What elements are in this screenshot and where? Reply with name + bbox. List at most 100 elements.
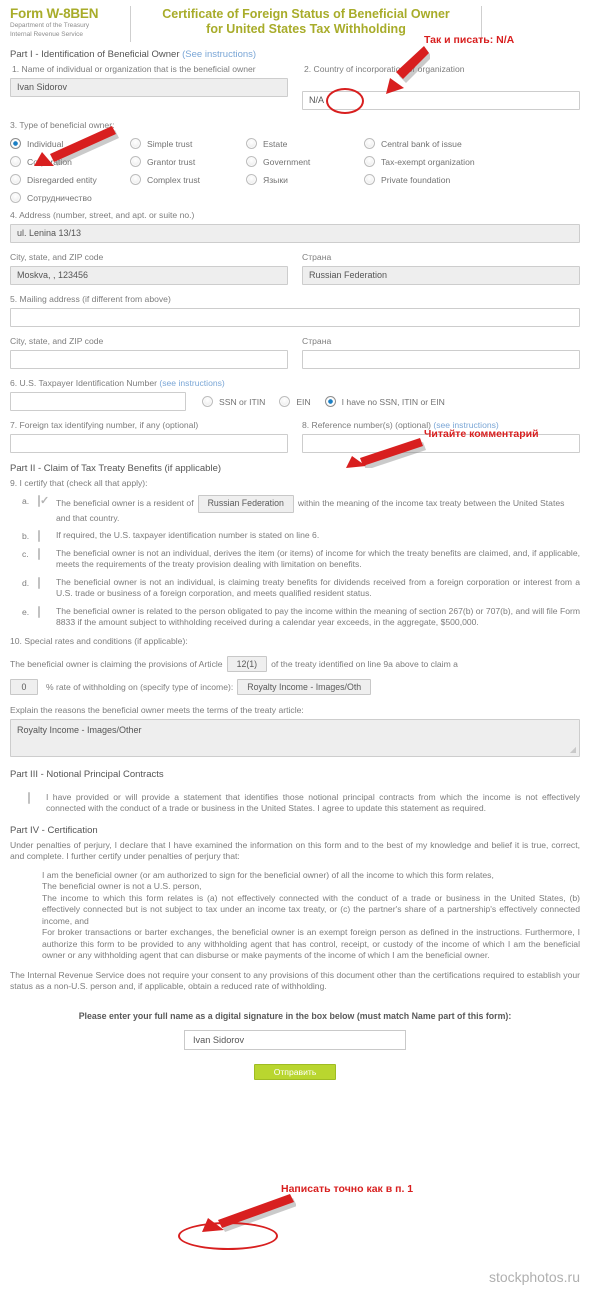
field-3-label: 3. Type of beneficial owner: xyxy=(10,120,115,130)
clause-9d-letter: d. xyxy=(22,577,30,588)
field-10-rate-row: 0 % rate of withholding on (specify type… xyxy=(8,678,582,695)
radio-option-individual[interactable]: Individual xyxy=(10,138,130,149)
treaty-country-field[interactable]: Russian Federation xyxy=(197,495,294,513)
checkbox-notional-principal-contracts[interactable] xyxy=(28,791,30,804)
radio-option-simple-trust[interactable]: Simple trust xyxy=(130,138,246,149)
checkbox-9a[interactable] xyxy=(38,495,40,507)
clause-9e-text: The beneficial owner is related to the p… xyxy=(56,605,580,628)
radio-icon-no-ssn[interactable] xyxy=(324,396,336,407)
radio-label-complex-trust: Complex trust xyxy=(147,174,201,185)
field-5-country-column: Страна xyxy=(302,336,580,369)
radio-icon-sotrudnichestvo[interactable] xyxy=(10,192,21,203)
digital-signature-input[interactable]: Ivan Sidorov xyxy=(184,1029,406,1050)
certificate-title-line-1: Certificate of Foreign Status of Benefic… xyxy=(162,7,450,21)
clause-9b-text: If required, the U.S. taxpayer identific… xyxy=(56,530,320,540)
part1-heading-text: Part I - Identification of Beneficial Ow… xyxy=(10,49,183,60)
radio-option-private-foundation[interactable]: Private foundation xyxy=(364,174,450,185)
header-center: Certificate of Foreign Status of Benefic… xyxy=(131,6,481,37)
part4-bullet-1: I am the beneficial owner (or am authori… xyxy=(42,869,494,880)
clause-9d-text: The beneficial owner is not an individua… xyxy=(56,576,580,599)
radio-icon-central-bank[interactable] xyxy=(364,138,375,149)
treaty-explanation-textarea[interactable]: Royalty Income - Images/Other ◢ xyxy=(10,718,580,757)
radio-icon-simple-trust[interactable] xyxy=(130,138,141,149)
city-state-zip-input[interactable]: Moskva, , 123456 xyxy=(10,266,288,285)
foreign-tax-id-input[interactable] xyxy=(10,434,288,453)
radio-icon-grantor-trust[interactable] xyxy=(130,156,141,167)
field-6-row: SSN or ITIN EIN I have no SSN, ITIN or E… xyxy=(8,392,582,411)
part3-clause: I have provided or will provide a statem… xyxy=(8,791,582,815)
beneficial-owner-name-input[interactable]: Ivan Sidorov xyxy=(10,78,288,97)
beneficial-owner-type-group: Individual Simple trust Estate Central b… xyxy=(8,131,582,203)
field-1-2-row: 1. Name of individual or organization th… xyxy=(8,64,582,110)
field-6-label: 6. U.S. Taxpayer Identification Number (… xyxy=(8,378,582,389)
radio-option-complex-trust[interactable]: Complex trust xyxy=(130,174,246,185)
radio-option-grantor-trust[interactable]: Grantor trust xyxy=(130,156,246,167)
part1-see-instructions-link[interactable]: (See instructions) xyxy=(182,49,256,60)
mailing-address-input[interactable] xyxy=(10,308,580,327)
radio-icon-disregarded-entity[interactable] xyxy=(10,174,21,185)
field-9-label: 9. I certify that (check all that apply)… xyxy=(10,478,148,488)
field-1-column: 1. Name of individual or organization th… xyxy=(10,64,288,110)
radio-icon-complex-trust[interactable] xyxy=(130,174,141,185)
field-10-explain-label: Explain the reasons the beneficial owner… xyxy=(10,704,304,715)
radio-icon-ein[interactable] xyxy=(279,396,291,407)
radio-option-tax-exempt[interactable]: Tax-exempt organization xyxy=(364,156,475,167)
field-5-country-label: Страна xyxy=(302,336,332,346)
treaty-article-field[interactable]: 12(1) xyxy=(226,655,268,672)
radio-option-government[interactable]: Government xyxy=(246,156,364,167)
income-type-field[interactable]: Royalty Income - Images/Oth xyxy=(237,678,372,695)
radio-label-yazyki: Языки xyxy=(263,174,288,185)
country-input[interactable]: Russian Federation xyxy=(302,266,580,285)
radio-label-tax-exempt: Tax-exempt organization xyxy=(381,156,475,167)
radio-option-ein[interactable]: EIN xyxy=(279,396,311,407)
radio-icon-government[interactable] xyxy=(246,156,257,167)
annotation-na-value: N/A xyxy=(496,34,515,46)
field-6-see-instructions-link[interactable]: (see instructions) xyxy=(159,378,224,388)
clause-9a-text: The beneficial owner is a resident of Rus… xyxy=(56,495,580,524)
clause-9a-letter: a. xyxy=(22,496,30,506)
radio-option-central-bank[interactable]: Central bank of issue xyxy=(364,138,462,149)
part2-heading: Part II - Claim of Tax Treaty Benefits (… xyxy=(10,463,222,474)
clause-9e: e. The beneficial owner is related to th… xyxy=(8,605,582,629)
mailing-city-state-zip-input[interactable] xyxy=(10,350,288,369)
type-row-3: Disregarded entity Complex trust Языки P… xyxy=(10,174,580,185)
radio-icon-yazyki[interactable] xyxy=(246,174,257,185)
field-4-country-label: Страна xyxy=(302,252,332,262)
address-input[interactable]: ul. Lenina 13/13 xyxy=(10,224,580,243)
annotation-ellipse-signature-field xyxy=(178,1222,278,1250)
checkbox-9e[interactable] xyxy=(38,605,40,618)
radio-option-yazyki[interactable]: Языки xyxy=(246,174,364,185)
radio-icon-individual[interactable] xyxy=(10,138,21,149)
clause-9c: c. The beneficial owner is not an indivi… xyxy=(8,547,582,571)
radio-option-disregarded-entity[interactable]: Disregarded entity xyxy=(10,174,130,185)
radio-icon-private-foundation[interactable] xyxy=(364,174,375,185)
form-title: Form W-8BEN xyxy=(10,6,99,21)
checkbox-9d[interactable] xyxy=(38,576,40,589)
annotation-ellipse-country-field xyxy=(326,88,364,114)
tin-input[interactable] xyxy=(10,392,186,411)
submit-button[interactable]: Отправить xyxy=(254,1063,336,1080)
field-7-label: 7. Foreign tax identifying number, if an… xyxy=(10,420,199,430)
withholding-rate-field[interactable]: 0 xyxy=(10,678,38,695)
checkbox-9c[interactable] xyxy=(38,547,40,560)
field-5-city-country-row: City, state, and ZIP code Страна xyxy=(8,336,582,369)
header-left: Form W-8BEN Department of the Treasury I… xyxy=(8,6,130,39)
clause-9b: b. If required, the U.S. taxpayer identi… xyxy=(8,530,582,542)
radio-option-ssn-itin[interactable]: SSN or ITIN xyxy=(202,396,265,407)
radio-label-central-bank: Central bank of issue xyxy=(381,138,462,149)
radio-icon-estate[interactable] xyxy=(246,138,257,149)
radio-option-corporation[interactable]: Corporation xyxy=(10,156,130,167)
radio-option-sotrudnichestvo[interactable]: Сотрудничество xyxy=(10,192,130,203)
annotation-sign-note-text: Написать точно как в п. 1 xyxy=(281,1183,414,1195)
radio-label-corporation: Corporation xyxy=(27,156,72,167)
radio-icon-tax-exempt[interactable] xyxy=(364,156,375,167)
part3-heading: Part III - Notional Principal Contracts xyxy=(10,768,164,780)
radio-option-estate[interactable]: Estate xyxy=(246,138,364,149)
field-10-article-text-before: The beneficial owner is claiming the pro… xyxy=(10,658,223,669)
radio-icon-ssn-itin[interactable] xyxy=(202,396,213,407)
resize-grip-icon[interactable]: ◢ xyxy=(570,745,576,754)
radio-option-no-ssn[interactable]: I have no SSN, ITIN or EIN xyxy=(324,396,445,407)
mailing-country-input[interactable] xyxy=(302,350,580,369)
checkbox-9b[interactable] xyxy=(38,530,40,542)
radio-icon-corporation[interactable] xyxy=(10,156,21,167)
